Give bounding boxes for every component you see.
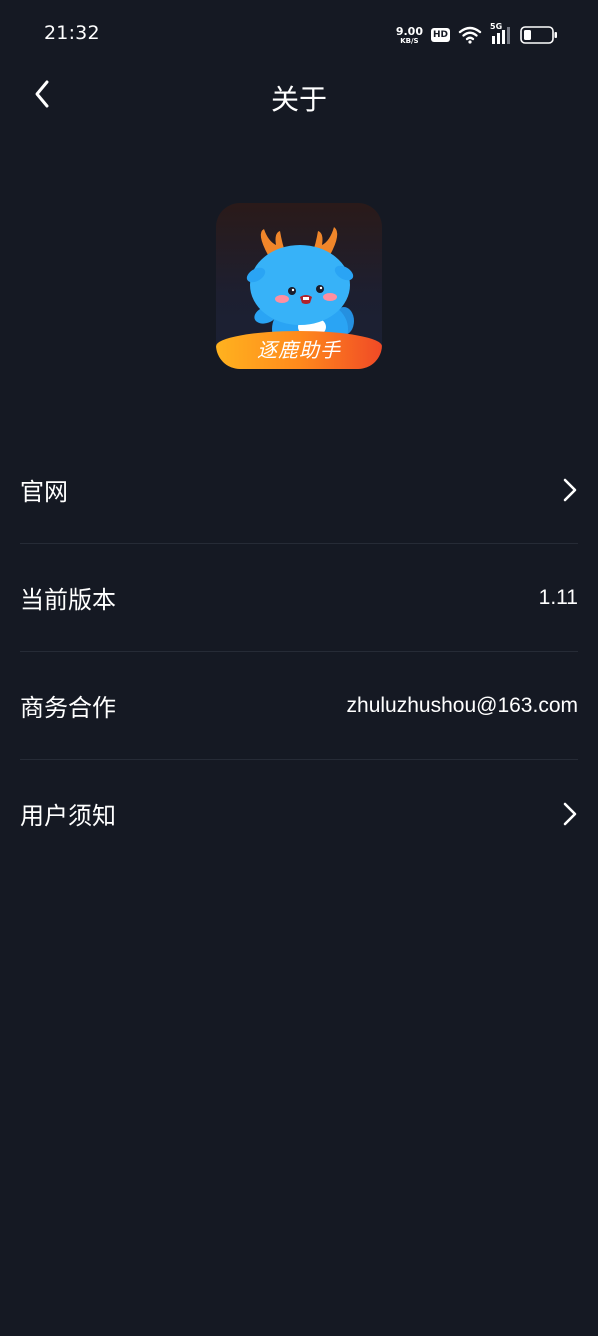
network-speed: 9.00 KB/S [396, 26, 423, 45]
network-speed-value: 9.00 [395, 24, 423, 38]
user-notice-item[interactable]: 用户须知 [20, 760, 578, 867]
contact-email[interactable]: zhuluzhushou@163.com [347, 694, 578, 718]
official-website-item[interactable]: 官网 [20, 436, 578, 544]
app-logo: 逐鹿助手 [216, 203, 382, 369]
signal-label: 5G [490, 22, 503, 31]
page-title: 关于 [270, 83, 327, 116]
version-value: 1.11 [538, 585, 578, 609]
current-version-item: 当前版本 1.11 [20, 544, 578, 652]
list-item-label: 用户须知 [20, 802, 116, 830]
logo-text: 逐鹿助手 [257, 338, 341, 362]
list-item-label: 当前版本 [20, 586, 116, 614]
status-icons: 9.00 KB/S HD 5G [396, 22, 558, 46]
battery-icon [520, 26, 558, 44]
chevron-right-icon [558, 477, 578, 503]
about-list: 官网 当前版本 1.11 商务合作 zhuluzhushou@163.com 用… [0, 436, 598, 867]
chevron-right-icon [558, 801, 578, 827]
nav-bar: 关于 [0, 70, 598, 122]
status-time: 21:32 [44, 22, 100, 44]
hd-badge: HD [430, 28, 450, 42]
network-speed-unit: KB/S [400, 36, 419, 45]
business-cooperation-item: 商务合作 zhuluzhushou@163.com [20, 652, 578, 760]
status-bar: 21:32 9.00 KB/S HD 5G [0, 0, 598, 70]
list-item-label: 商务合作 [20, 694, 116, 722]
wifi-icon [458, 26, 482, 44]
signal-icon: 5G [490, 22, 512, 44]
list-item-label: 官网 [20, 478, 68, 506]
